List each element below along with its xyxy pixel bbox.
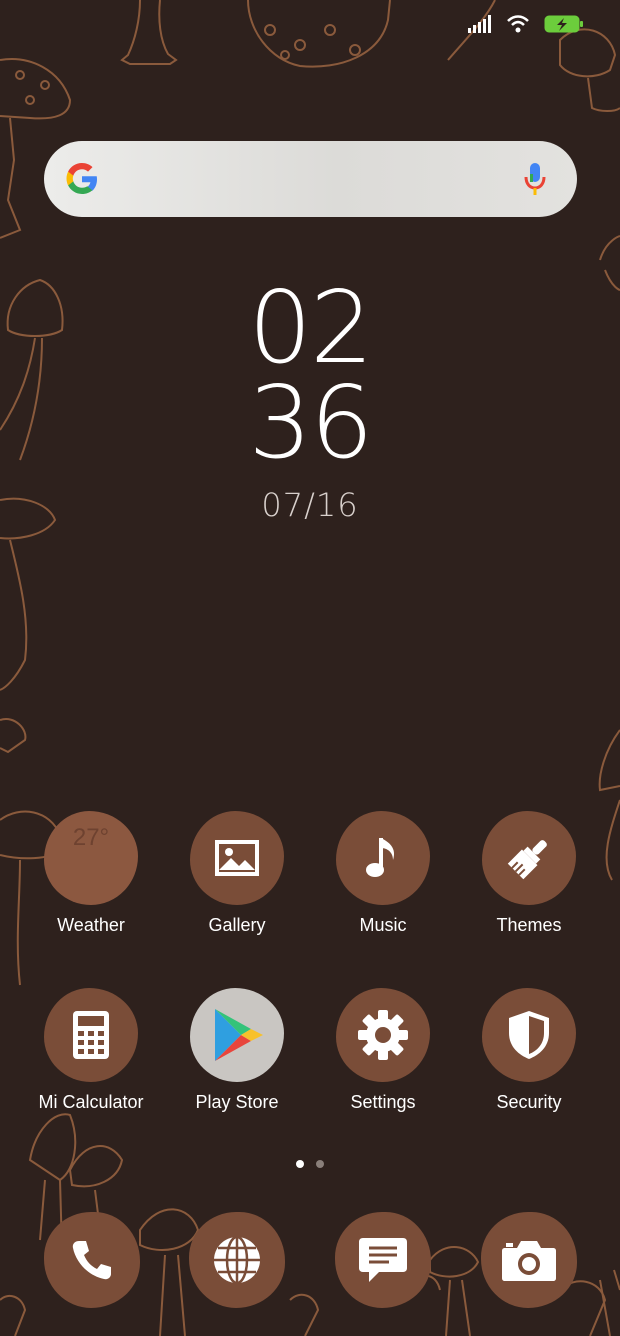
google-g-icon <box>66 163 97 194</box>
calculator-icon <box>44 988 138 1082</box>
app-gallery[interactable]: Gallery <box>164 811 310 936</box>
weather-temperature: 27° <box>72 824 110 851</box>
app-security[interactable]: Security <box>456 988 602 1113</box>
app-label: Mi Calculator <box>38 1092 144 1112</box>
camera-icon <box>502 1241 556 1281</box>
microphone-icon[interactable] <box>523 162 547 196</box>
app-play-store[interactable]: Play Store <box>164 988 310 1113</box>
app-label: Weather <box>57 915 125 935</box>
clock-hours[interactable]: 02 <box>0 278 620 378</box>
app-label: Play Store <box>195 1092 279 1112</box>
weather-icon: 27° <box>44 811 138 905</box>
page-indicator <box>0 1160 620 1168</box>
gallery-icon <box>190 811 284 905</box>
app-settings[interactable]: Settings <box>310 988 456 1113</box>
clock-minutes[interactable]: 36 <box>0 373 620 473</box>
wifi-icon <box>507 15 529 33</box>
status-bar <box>468 14 584 34</box>
dock-messages[interactable] <box>335 1212 431 1308</box>
page-dot[interactable] <box>316 1160 324 1168</box>
phone-icon <box>72 1241 111 1280</box>
music-note-icon <box>336 811 430 905</box>
signal-bars-icon <box>468 15 491 33</box>
clock-date[interactable]: 07/16 <box>0 486 620 524</box>
page-dot-active[interactable] <box>296 1160 304 1168</box>
app-music[interactable]: Music <box>310 811 456 936</box>
app-themes[interactable]: Themes <box>456 811 602 936</box>
app-label: Themes <box>496 915 562 935</box>
google-search-bar[interactable] <box>44 141 577 217</box>
messages-icon <box>359 1238 407 1282</box>
browser-globe-icon <box>214 1235 260 1285</box>
dock-camera[interactable] <box>481 1212 577 1308</box>
play-store-icon <box>190 988 284 1082</box>
app-label: Gallery <box>208 915 266 935</box>
app-label: Settings <box>350 1092 416 1112</box>
app-mi-calculator[interactable]: Mi Calculator <box>18 988 164 1113</box>
app-label: Security <box>496 1092 562 1112</box>
battery-charging-icon <box>544 15 583 33</box>
gear-icon <box>336 988 430 1082</box>
dock-phone[interactable] <box>44 1212 140 1308</box>
dock-browser[interactable] <box>189 1212 285 1308</box>
shield-icon <box>482 988 576 1082</box>
app-label: Music <box>359 915 407 935</box>
paintbrush-icon <box>482 811 576 905</box>
app-weather[interactable]: 27° Weather <box>18 811 164 936</box>
